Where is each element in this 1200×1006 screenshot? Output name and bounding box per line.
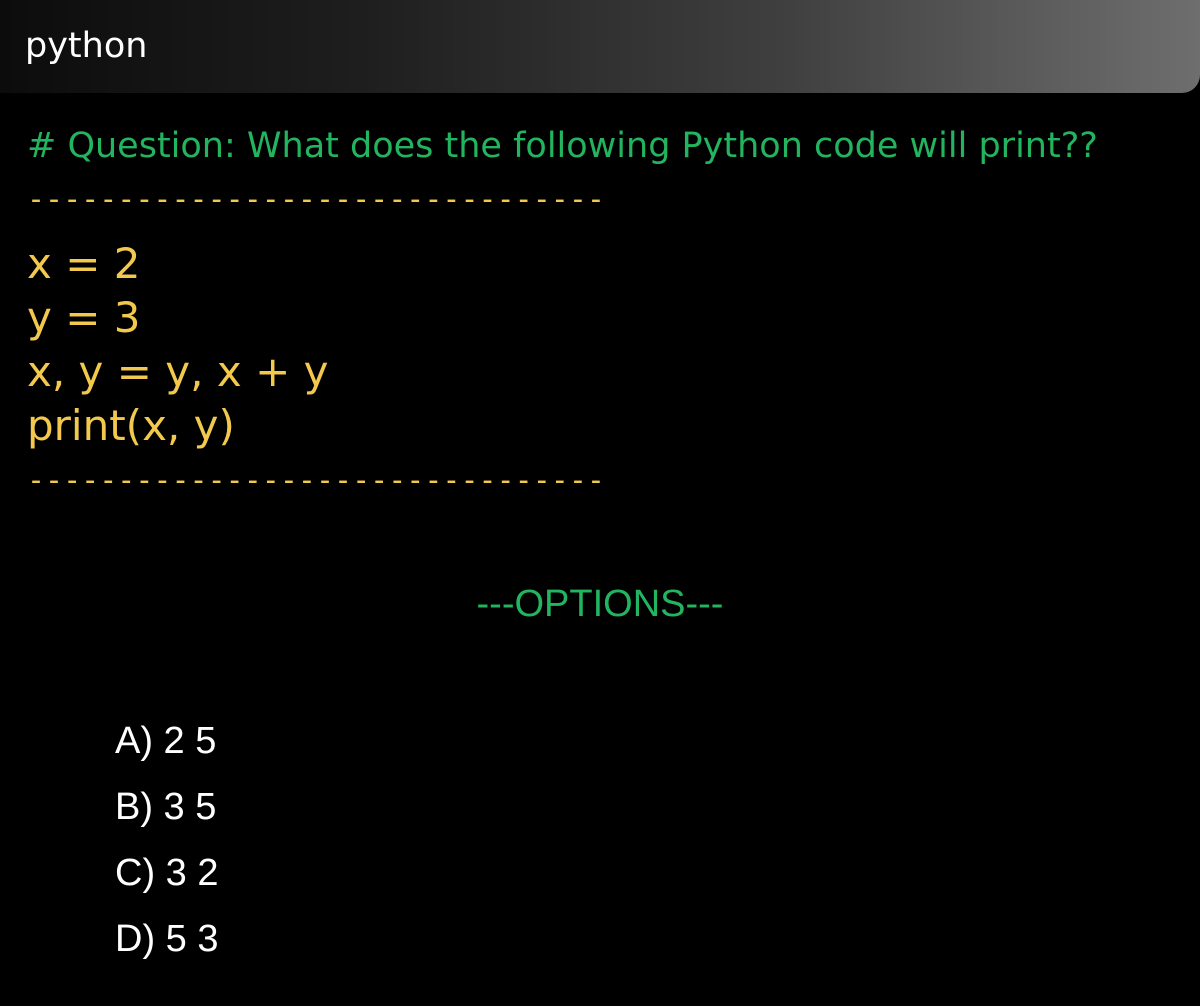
option-a: A) 2 5 xyxy=(115,720,217,762)
title-bar: python xyxy=(0,0,1200,93)
question-text: # Question: What does the following Pyth… xyxy=(27,126,1098,166)
options-header: ---OPTIONS--- xyxy=(476,583,724,625)
code-block: x = 2 y = 3 x, y = y, x + y print(x, y) xyxy=(27,237,328,453)
option-d: D) 5 3 xyxy=(115,918,219,960)
code-line: print(x, y) xyxy=(27,401,235,450)
divider-top: -------------------------------- xyxy=(27,182,605,217)
options-list: A) 2 5 B) 3 5 C) 3 2 D) 5 3 xyxy=(115,708,218,972)
option-c: C) 3 2 xyxy=(115,852,219,894)
divider-bottom: -------------------------------- xyxy=(27,463,605,498)
code-line: x = 2 xyxy=(27,239,141,288)
window-title: python xyxy=(25,26,148,66)
option-b: B) 3 5 xyxy=(115,786,217,828)
code-line: y = 3 xyxy=(27,293,141,342)
code-line: x, y = y, x + y xyxy=(27,347,329,396)
